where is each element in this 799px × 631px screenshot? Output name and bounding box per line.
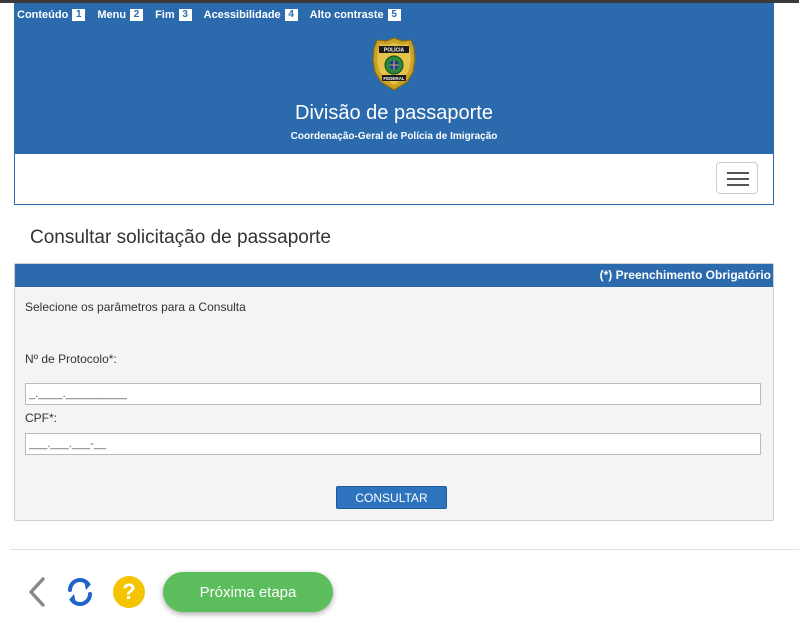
cpf-input[interactable] [25, 433, 761, 455]
page-title: Consultar solicitação de passaporte [30, 227, 332, 248]
footer-divider [10, 549, 799, 550]
policia-federal-badge-logo: POLÍCIA FEDERAL [372, 37, 416, 91]
access-link-label: Fim [155, 9, 175, 21]
required-note: (*) Preenchimento Obrigatório [15, 264, 773, 287]
protocol-input[interactable] [25, 383, 761, 405]
navbar [14, 154, 774, 205]
form-intro: Selecione os parâmetros para a Consulta [25, 300, 246, 314]
access-key: 2 [130, 9, 144, 21]
consulta-form-panel: (*) Preenchimento Obrigatório Selecione … [14, 263, 774, 521]
svg-text:FEDERAL: FEDERAL [383, 76, 405, 81]
access-link-menu[interactable]: Menu 2 [97, 9, 144, 21]
access-link-label: Conteúdo [17, 9, 69, 21]
access-link-label: Acessibilidade [203, 9, 281, 21]
help-button[interactable]: ? [113, 576, 145, 608]
access-key: 4 [284, 9, 298, 21]
accessibility-bar: Conteúdo 1 Menu 2 Fim 3 Acessibilidade 4… [17, 9, 413, 21]
consultar-button[interactable]: CONSULTAR [336, 486, 447, 509]
hamburger-icon [727, 172, 749, 174]
hamburger-menu-button[interactable] [716, 162, 758, 194]
svg-text:POLÍCIA: POLÍCIA [384, 46, 405, 54]
access-key: 5 [387, 9, 401, 21]
access-link-conteudo[interactable]: Conteúdo 1 [17, 9, 86, 21]
access-key: 3 [178, 9, 192, 21]
access-link-acessibilidade[interactable]: Acessibilidade 4 [204, 9, 298, 21]
access-link-label: Alto contraste [309, 9, 384, 21]
access-link-alto-contraste[interactable]: Alto contraste 5 [310, 9, 401, 21]
access-link-label: Menu [97, 9, 127, 21]
header-title: Divisão de passaporte [295, 102, 493, 124]
access-link-fim[interactable]: Fim 3 [155, 9, 192, 21]
header-subtitle: Coordenação-Geral de Polícia de Imigraçã… [290, 131, 498, 142]
cpf-label: CPF*: [25, 411, 58, 425]
hamburger-icon [727, 184, 749, 186]
site-header: Conteúdo 1 Menu 2 Fim 3 Acessibilidade 4… [14, 3, 774, 154]
next-step-button[interactable]: Próxima etapa [163, 572, 333, 612]
protocol-label: Nº de Protocolo*: [25, 352, 117, 366]
hamburger-icon [727, 178, 749, 180]
refresh-icon[interactable] [64, 576, 96, 608]
access-key: 1 [72, 9, 86, 21]
chevron-left-icon[interactable] [26, 576, 48, 608]
